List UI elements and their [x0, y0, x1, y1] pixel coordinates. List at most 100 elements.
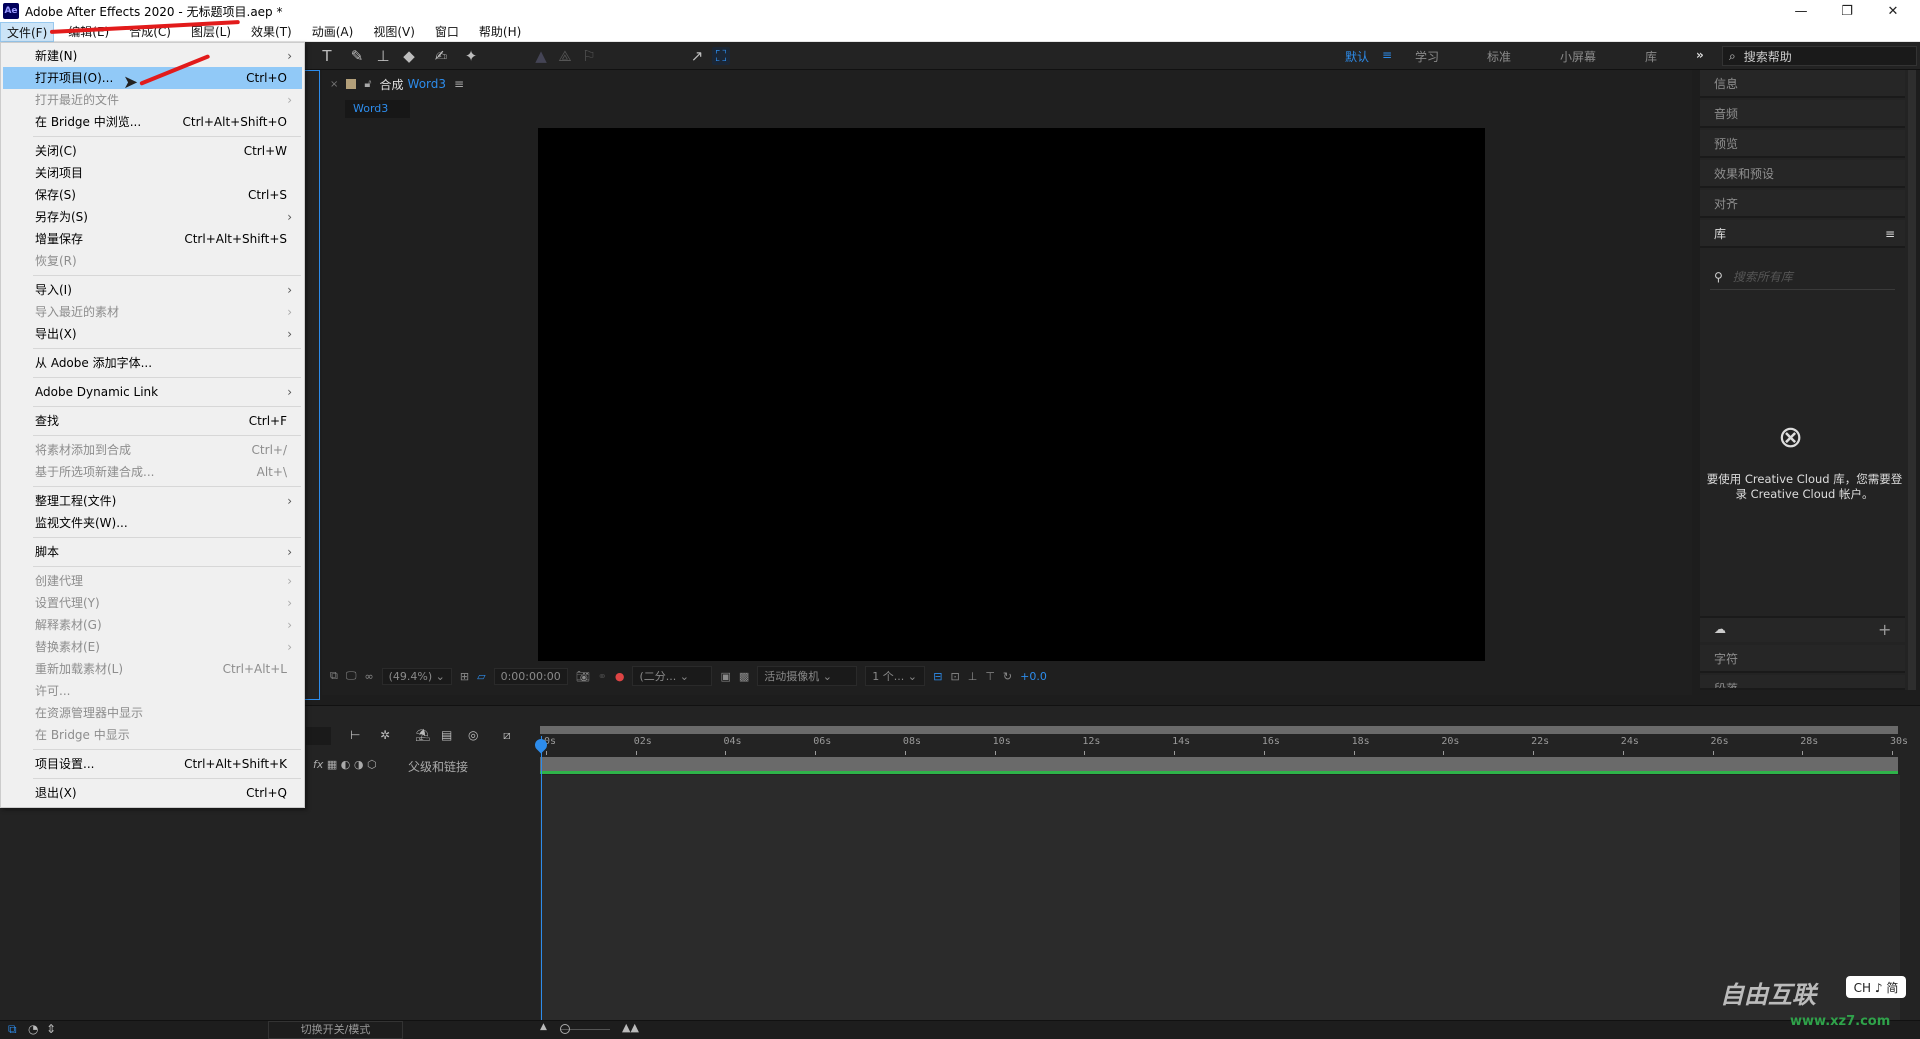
zoom-slider-thumb[interactable] — [560, 1024, 570, 1034]
menu-effect[interactable]: 效果(T) — [245, 22, 298, 42]
panel-preview[interactable]: 预览 — [1700, 130, 1905, 158]
panel-character[interactable]: 字符 — [1700, 645, 1905, 673]
close-button[interactable]: ✕ — [1870, 0, 1916, 22]
comp-flowchart-icon[interactable]: ⊥ — [968, 670, 978, 683]
file-menu-item[interactable]: Adobe Dynamic Link › — [3, 381, 302, 403]
always-preview-icon[interactable]: ⧉ — [330, 669, 338, 683]
file-menu-item[interactable]: 新建(N) › — [3, 45, 302, 67]
restore-button[interactable]: ❐ — [1824, 0, 1870, 22]
expand-icon[interactable]: ⛶ — [712, 47, 730, 65]
menu-view[interactable]: 视图(V) — [367, 22, 421, 42]
workspace-library[interactable]: 库 — [1645, 48, 1657, 65]
workspace-learn[interactable]: 学习 — [1415, 48, 1439, 65]
transparency-grid-icon[interactable]: ▩ — [739, 670, 749, 683]
type-tool-icon[interactable]: T — [318, 47, 336, 65]
ime-indicator[interactable]: CH ♪ 简 — [1846, 976, 1906, 998]
camera-dropdown[interactable]: 活动摄像机 ⌄ — [757, 666, 858, 686]
add-icon[interactable]: + — [1878, 620, 1891, 639]
file-menu-item[interactable]: 导入(I) › — [3, 279, 302, 301]
menu-window[interactable]: 窗口 — [429, 22, 465, 42]
panel-info[interactable]: 信息 — [1700, 70, 1905, 98]
workspace-menu-icon[interactable]: ≡ — [1382, 48, 1392, 62]
workspace-small-screen[interactable]: 小屏幕 — [1560, 48, 1596, 65]
current-time-indicator[interactable] — [541, 736, 542, 1020]
file-menu-item[interactable]: 保存(S) Ctrl+S — [3, 184, 302, 206]
monitor-icon[interactable]: 🖵︎ — [346, 669, 357, 683]
work-area-bar[interactable] — [540, 757, 1898, 771]
panel-menu-icon[interactable]: ≡ — [454, 77, 464, 91]
file-menu-item[interactable]: 在 Bridge 中浏览... Ctrl+Alt+Shift+O — [3, 111, 302, 133]
menu-animation[interactable]: 动画(A) — [306, 22, 360, 42]
workspace-default[interactable]: 默认 — [1345, 48, 1369, 65]
workspace-standard[interactable]: 标准 — [1487, 48, 1511, 65]
zoom-dropdown[interactable]: (49.4%) ⌄ — [381, 667, 452, 685]
grid-guides-icon[interactable]: ⊞ — [460, 670, 469, 683]
menu-file[interactable]: 文件(F) — [0, 21, 55, 42]
time-ruler[interactable] — [540, 736, 1898, 756]
pixel-aspect-icon[interactable]: ⊟ — [933, 670, 942, 683]
fast-preview-icon[interactable]: ▣ — [720, 670, 730, 683]
help-search-input[interactable]: ⌕ 搜索帮助 — [1722, 46, 1917, 66]
file-menu-item[interactable]: 查找 Ctrl+F — [3, 410, 302, 432]
transfer-controls-icon[interactable]: ◔ — [28, 1022, 38, 1036]
toggle-switches-modes-button[interactable]: 切换开关/模式 — [268, 1021, 403, 1039]
panel-align[interactable]: 对齐 — [1700, 190, 1905, 218]
frame-blending-icon[interactable]: ▤ — [441, 728, 452, 742]
vr-glasses-icon[interactable]: ∞ — [364, 670, 373, 683]
file-menu-item[interactable]: 整理工程(文件) › — [3, 490, 302, 512]
file-menu-item[interactable]: 从 Adobe 添加字体... — [3, 352, 302, 374]
timeline-link-icon[interactable]: ⊡ — [951, 670, 960, 683]
puppet-pin-tool-icon[interactable]: ✦ — [462, 47, 480, 65]
more-workspaces-icon[interactable]: » — [1696, 48, 1704, 62]
file-menu-item[interactable]: 退出(X) Ctrl+Q — [3, 782, 302, 804]
panel-library[interactable]: 库 ≡ — [1700, 220, 1905, 248]
eraser-tool-icon[interactable]: ◆ — [400, 47, 418, 65]
file-menu-item[interactable]: 关闭项目 — [3, 162, 302, 184]
file-menu-item[interactable]: 脚本 › — [3, 541, 302, 563]
panel-audio[interactable]: 音频 — [1700, 100, 1905, 128]
file-menu-item[interactable]: 另存为(S) › — [3, 206, 302, 228]
file-menu-item[interactable]: 项目设置... Ctrl+Alt+Shift+K — [3, 753, 302, 775]
file-menu-item[interactable]: 导出(X) › — [3, 323, 302, 345]
close-panel-icon[interactable]: × — [330, 79, 338, 90]
menu-help[interactable]: 帮助(H) — [473, 22, 527, 42]
file-menu-item[interactable]: 增量保存 Ctrl+Alt+Shift+S — [3, 228, 302, 250]
panel-paragraph[interactable]: 段落 — [1700, 675, 1905, 690]
comp-name[interactable]: Word3 — [408, 77, 446, 91]
cloud-sync-icon[interactable]: ☁ — [1714, 622, 1726, 636]
flowchart-icon[interactable]: ⊤ — [985, 670, 995, 683]
comp-tab-word3[interactable]: Word3 — [345, 100, 410, 118]
time-navigator[interactable] — [540, 726, 1898, 734]
hide-shy-icon[interactable]: ⛱ — [415, 728, 430, 742]
reset-exposure-icon[interactable]: ↻ — [1003, 670, 1012, 683]
clone-stamp-tool-icon[interactable]: ⊥ — [374, 47, 392, 65]
panel-effects-presets[interactable]: 效果和预设 — [1700, 160, 1905, 188]
resolution-dropdown[interactable]: (二分... ⌄ — [632, 666, 713, 686]
motion-blur-icon[interactable]: ◎ — [468, 728, 478, 742]
layer-switches-toggle-icon[interactable]: ⧉ — [8, 1022, 17, 1037]
zoom-in-icon[interactable]: ▲▲ — [622, 1021, 639, 1034]
in-out-icon[interactable]: ⇕ — [46, 1022, 56, 1036]
roto-brush-tool-icon[interactable]: ✍ — [432, 47, 450, 65]
timeline-search-input[interactable] — [306, 727, 331, 745]
region-of-interest-icon[interactable]: ▱ — [477, 670, 485, 683]
file-menu-item[interactable]: 监视文件夹(W)... — [3, 512, 302, 534]
timecode-field[interactable]: 0:00:00:00 — [493, 667, 568, 685]
snapshot-camera-icon[interactable]: 📷︎ — [576, 670, 590, 683]
brush-tool-icon[interactable]: ✎ — [348, 47, 366, 65]
library-search-input[interactable]: ⚲ 搜索所有库 — [1710, 264, 1895, 290]
shy-layers-icon[interactable]: ⊢ — [350, 728, 360, 742]
views-dropdown[interactable]: 1 个... ⌄ — [865, 666, 926, 686]
right-panel-scrollbar[interactable] — [1908, 70, 1916, 690]
draft-3d-icon[interactable]: ✲ — [380, 728, 390, 742]
minimize-button[interactable]: — — [1778, 0, 1824, 22]
file-menu-item[interactable]: 关闭(C) Ctrl+W — [3, 140, 302, 162]
color-channels-icon[interactable]: ● — [615, 670, 625, 683]
library-menu-icon[interactable]: ≡ — [1885, 220, 1895, 248]
lock-icon[interactable]: 🔓︎ — [364, 77, 371, 91]
graph-editor-icon[interactable]: ⧄ — [503, 728, 511, 743]
composition-viewer[interactable] — [538, 128, 1485, 661]
zoom-out-icon[interactable]: ▲ — [540, 1022, 547, 1032]
exposure-value[interactable]: +0.0 — [1020, 670, 1047, 683]
snap-target-icon[interactable]: ↗ — [688, 47, 706, 65]
